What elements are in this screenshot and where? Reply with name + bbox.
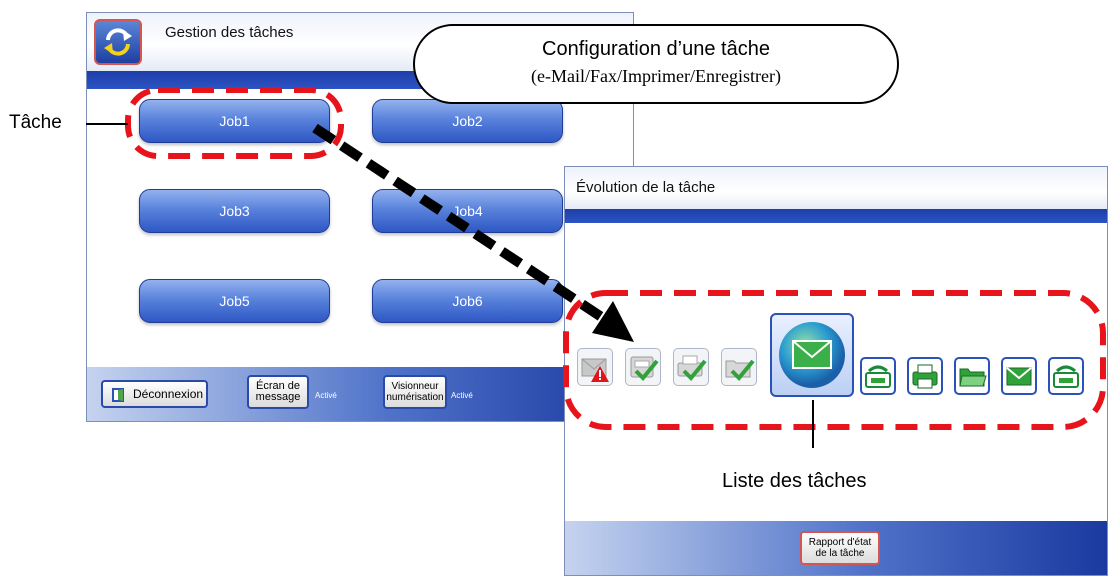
dashed-arrow — [312, 123, 609, 325]
job-list-highlight — [563, 290, 1106, 430]
job-list-label: Liste des tâches — [722, 470, 867, 492]
task-label: Tâche — [9, 112, 62, 133]
callout-subtitle: (e-Mail/Fax/Imprimer/Enregistrer) — [531, 66, 781, 86]
job-config-callout: Configuration d’une tâche (e-Mail/Fax/Im… — [413, 24, 899, 104]
arrow-head — [592, 301, 634, 342]
job1-highlight — [125, 87, 344, 159]
callout-title: Configuration d’une tâche — [542, 38, 770, 60]
